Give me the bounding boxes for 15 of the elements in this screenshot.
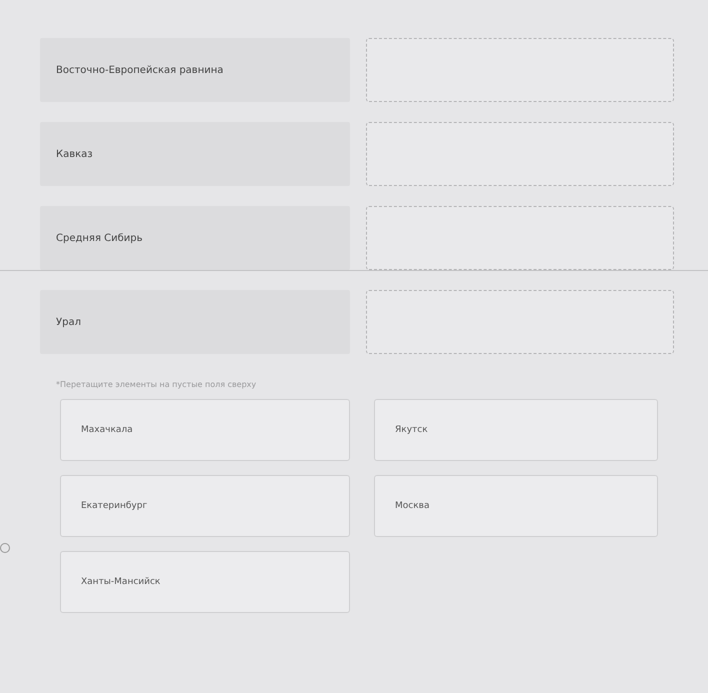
circle-icon [0,543,10,553]
region-label: Урал [40,290,350,354]
draggable-card[interactable]: Якутск [374,399,658,461]
drop-zone[interactable] [366,122,674,186]
draggable-card[interactable]: Екатеринбург [60,475,350,537]
drop-zone[interactable] [366,206,674,270]
drop-zone[interactable] [366,38,674,102]
region-label: Кавказ [40,122,350,186]
region-label: Восточно-Европейская равнина [40,38,350,102]
drop-zone[interactable] [366,290,674,354]
region-label: Средняя Сибирь [40,206,350,270]
draggable-card[interactable]: Москва [374,475,658,537]
draggable-card[interactable]: Ханты-Мансийск [60,551,350,613]
draggable-card[interactable]: Махачкала [60,399,350,461]
instruction-text: *Перетащите элементы на пустые поля сверху [56,380,258,389]
